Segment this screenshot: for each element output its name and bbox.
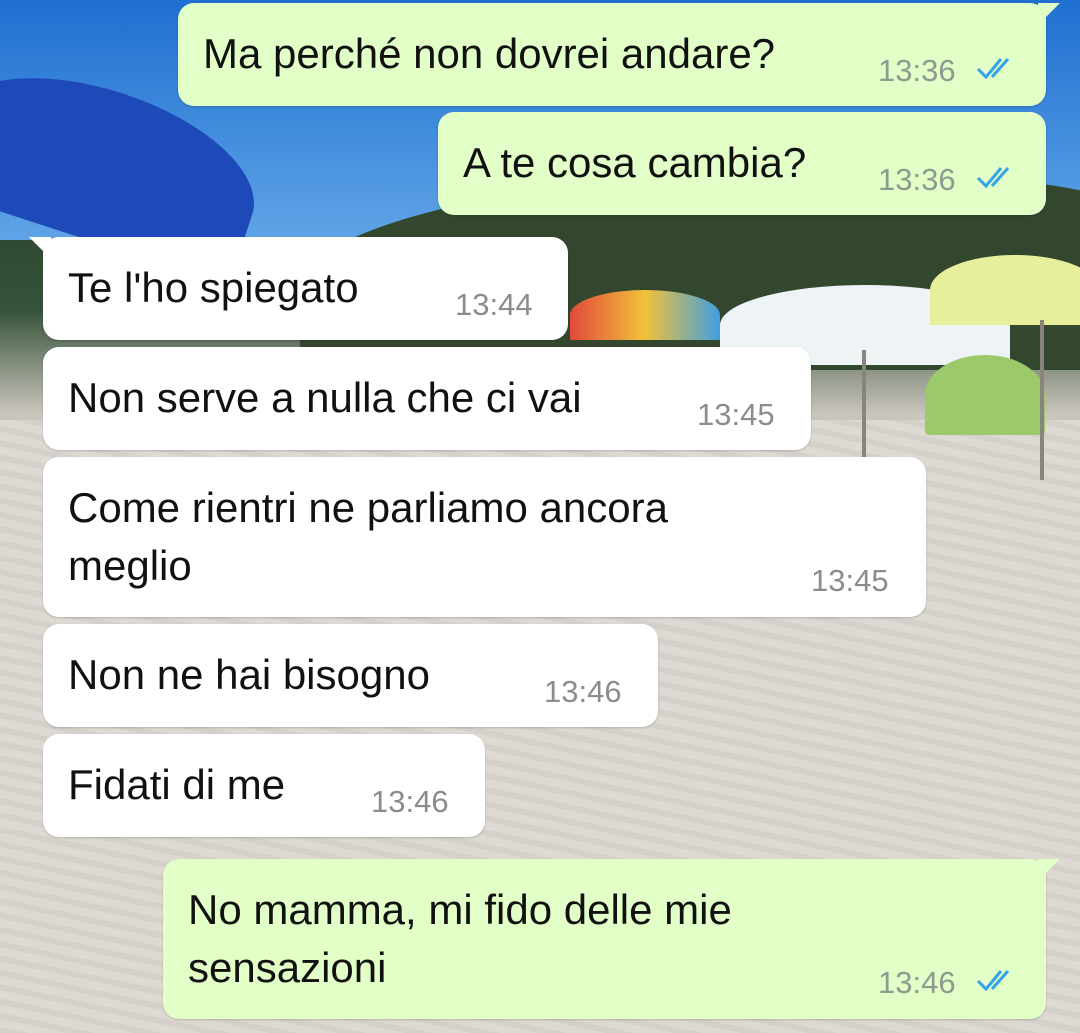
message-text: Ma perché non dovrei andare? xyxy=(203,30,776,77)
message-bubble-incoming[interactable]: Fidati di me 13:46 xyxy=(43,734,485,837)
message-time: 13:44 xyxy=(455,287,533,322)
message-time: 13:36 xyxy=(878,53,956,88)
message-time: 13:45 xyxy=(811,563,889,598)
message-text: Come rientri ne parliamo ancora meglio xyxy=(68,484,668,589)
double-check-read-icon xyxy=(976,58,1010,80)
message-bubble-incoming[interactable]: Te l'ho spiegato 13:44 xyxy=(29,237,568,340)
message-time: 13:36 xyxy=(878,162,956,197)
message-text: Te l'ho spiegato xyxy=(68,264,359,311)
message-text: Fidati di me xyxy=(68,761,286,808)
message-bubble-incoming[interactable]: Non serve a nulla che ci vai 13:45 xyxy=(43,347,811,450)
double-check-read-icon xyxy=(976,970,1010,992)
message-text: No mamma, mi fido delle mie sensazioni xyxy=(188,886,732,991)
bubble-tail xyxy=(1038,3,1060,25)
message-time: 13:46 xyxy=(878,965,956,1000)
message-time: 13:46 xyxy=(371,784,449,819)
message-bubble-incoming[interactable]: Come rientri ne parliamo ancora meglio 1… xyxy=(43,457,926,617)
message-bubble-outgoing[interactable]: No mamma, mi fido delle mie sensazioni 1… xyxy=(163,859,1060,1019)
bubble-tail xyxy=(1038,859,1060,881)
double-check-read-icon xyxy=(976,167,1010,189)
message-text: Non ne hai bisogno xyxy=(68,651,430,698)
message-text: A te cosa cambia? xyxy=(463,139,807,186)
message-time: 13:46 xyxy=(544,674,622,709)
message-bubble-outgoing[interactable]: A te cosa cambia? 13:36 xyxy=(438,112,1046,215)
message-bubble-outgoing[interactable]: Ma perché non dovrei andare? 13:36 xyxy=(178,3,1060,106)
message-bubble-incoming[interactable]: Non ne hai bisogno 13:46 xyxy=(43,624,658,727)
message-time: 13:45 xyxy=(697,397,775,432)
bubble-tail xyxy=(29,237,51,259)
message-text: Non serve a nulla che ci vai xyxy=(68,374,582,421)
chat-message-list[interactable]: Ma perché non dovrei andare? 13:36 A te … xyxy=(0,0,1080,1033)
